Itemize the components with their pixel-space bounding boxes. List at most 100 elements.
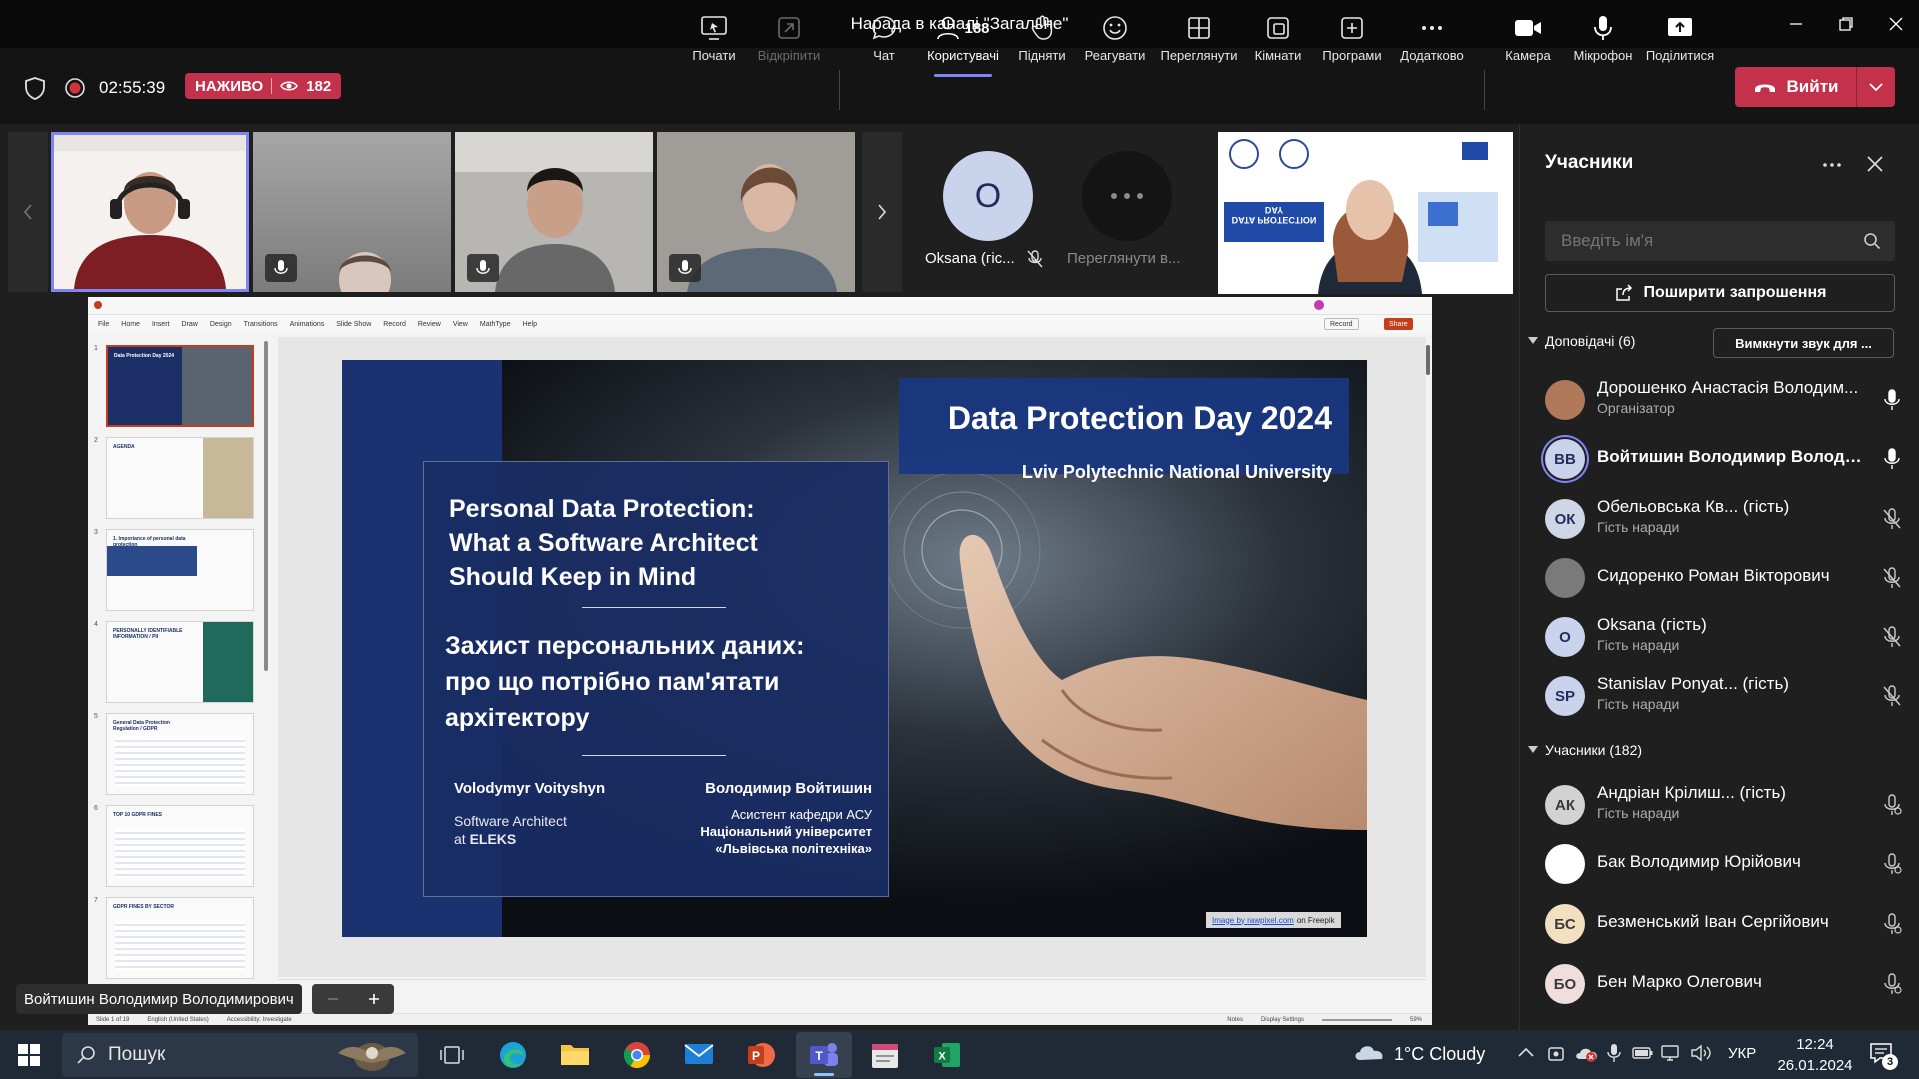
search-input[interactable] (1561, 231, 1851, 251)
participant-row[interactable]: ВВ Войтишин Володимир Володи... (1545, 433, 1905, 489)
unpin-button[interactable]: Відкріпити (751, 12, 827, 72)
participant-mic-status[interactable] (1881, 793, 1903, 817)
close-window-button[interactable] (1876, 10, 1916, 38)
raise-hand-button[interactable]: Підняти (1016, 12, 1068, 72)
slide-thumbnail[interactable]: TOP 10 GDPR FINES (106, 805, 254, 887)
panel-more-button[interactable] (1822, 155, 1842, 175)
view-all-button[interactable] (1082, 151, 1172, 241)
start-menu-button[interactable] (18, 1044, 40, 1066)
mail-taskbar-icon[interactable] (684, 1043, 714, 1065)
ppt-menu-file[interactable]: File (98, 321, 109, 328)
react-button[interactable]: Реагувати (1083, 12, 1147, 72)
participant-row[interactable]: БС Безменський Іван Сергійович (1545, 898, 1905, 954)
participant-row[interactable]: SP Stanislav Ponyat... (гість) Гість нарад… (1545, 670, 1905, 726)
more-button[interactable]: Додатково (1397, 12, 1467, 72)
view-button[interactable]: Переглянути (1158, 12, 1240, 72)
participant-mic-status[interactable] (1881, 507, 1903, 531)
credit-link[interactable]: Image by rawpixel.com (1212, 916, 1294, 925)
zoom-in-button[interactable] (353, 992, 394, 1006)
participant-row[interactable]: АК Андріан Крілиш... (гість) Гість наради (1545, 779, 1905, 835)
participant-row[interactable]: Бак Володимир Юрійович (1545, 838, 1905, 894)
participant-mic-status[interactable] (1881, 684, 1903, 708)
participant-mic-status[interactable] (1881, 852, 1903, 876)
ppt-menu-animations[interactable]: Animations (290, 321, 325, 328)
avatar[interactable]: O (943, 151, 1033, 241)
image-credit[interactable]: Image by rawpixel.com on Freepik (1206, 912, 1341, 928)
participant-row[interactable]: Дорошенко Анастасія Володим... Організато… (1545, 374, 1905, 430)
strip-prev-button[interactable] (8, 132, 48, 292)
security-shield-icon[interactable] (24, 76, 46, 100)
ppt-menu-mathtype[interactable]: MathType (480, 321, 511, 328)
weather-text[interactable]: 1°C Cloudy (1394, 1044, 1485, 1065)
taskbar-clock[interactable]: 12:24 26.01.2024 (1770, 1034, 1860, 1076)
slide-thumbnail[interactable]: GDPR FINES BY SECTOR (106, 897, 254, 979)
video-tile-participant[interactable] (455, 132, 653, 292)
file-explorer-taskbar-icon[interactable] (560, 1041, 590, 1067)
ppt-menu-help[interactable]: Help (523, 321, 537, 328)
slide-thumbnail[interactable]: AGENDA (106, 437, 254, 519)
participant-row[interactable]: Сидоренко Роман Вікторович (1545, 552, 1905, 608)
live-badge[interactable]: НАЖИВО 182 (185, 73, 342, 99)
ppt-menu-home[interactable]: Home (121, 321, 140, 328)
cloud-sync-error-icon[interactable] (1574, 1043, 1598, 1063)
shared-screen[interactable]: File Home Insert Draw Design Transitions… (88, 297, 1432, 1025)
participant-row[interactable]: O Oksana (гість) Гість наради (1545, 611, 1905, 667)
participant-row[interactable]: БО Бен Марко Олегович (1545, 958, 1905, 1014)
ppt-menu-review[interactable]: Review (418, 321, 441, 328)
presenters-section-header[interactable]: Доповідачі (6) (1527, 333, 1635, 349)
participant-mic-status[interactable] (1881, 972, 1903, 996)
status-display-settings[interactable]: Display Settings (1261, 1017, 1304, 1023)
video-tile-active-speaker[interactable] (51, 132, 249, 292)
current-slide[interactable]: Data Protection Day 2024 Lviv Polytechni… (342, 360, 1367, 937)
powerpoint-taskbar-icon[interactable]: P (746, 1040, 776, 1070)
taskbar-microphone-icon[interactable] (1606, 1042, 1622, 1064)
ppt-menu-view[interactable]: View (453, 321, 468, 328)
notes-pane[interactable] (278, 979, 1426, 1009)
ppt-menu-draw[interactable]: Draw (181, 321, 197, 328)
slide-thumbnail[interactable]: PERSONALLY IDENTIFIABLE INFORMATION / PI… (106, 621, 254, 703)
meet-now-icon[interactable] (1546, 1043, 1566, 1063)
ppt-menu-transitions[interactable]: Transitions (244, 321, 278, 328)
video-tile-participant[interactable] (253, 132, 451, 292)
edge-taskbar-icon[interactable] (498, 1040, 528, 1070)
zoom-slider[interactable] (1321, 1018, 1392, 1021)
search-participants-field[interactable] (1545, 221, 1895, 261)
share-invite-button[interactable]: Поширити запрошення (1545, 274, 1895, 312)
slide-thumbnail[interactable]: General Data Protection Regulation / GDP… (106, 713, 254, 795)
attendees-section-header[interactable]: Учасники (182) (1527, 742, 1642, 758)
battery-icon[interactable] (1632, 1046, 1654, 1060)
ppt-menu-design[interactable]: Design (210, 321, 232, 328)
chat-button[interactable]: Чат (864, 12, 904, 72)
teams-taskbar-icon-active[interactable]: T (796, 1032, 852, 1078)
participant-mic-status[interactable] (1881, 388, 1903, 412)
input-language[interactable]: УКР (1728, 1045, 1756, 1062)
volume-icon[interactable] (1690, 1043, 1712, 1063)
notes-app-taskbar-icon[interactable] (870, 1040, 900, 1070)
chrome-taskbar-icon[interactable] (622, 1040, 652, 1070)
panel-close-button[interactable] (1866, 155, 1884, 173)
ppt-share-button[interactable]: Share (1384, 318, 1413, 330)
zoom-out-button[interactable] (312, 992, 353, 1006)
restore-button[interactable] (1826, 10, 1866, 38)
camera-button[interactable]: Камера (1502, 12, 1554, 72)
task-view-button[interactable] (440, 1043, 464, 1067)
microphone-button[interactable]: Мікрофон (1571, 12, 1635, 72)
ppt-menu-insert[interactable]: Insert (152, 321, 170, 328)
participant-mic-status[interactable] (1881, 625, 1903, 649)
mute-all-button[interactable]: Вимкнути звук для ... (1713, 328, 1894, 358)
participant-mic-status[interactable] (1881, 447, 1903, 471)
participant-mic-status[interactable] (1881, 566, 1903, 590)
notification-center-button[interactable]: 3 (1868, 1040, 1898, 1070)
slide-thumbnail[interactable]: 1. Importance of personal data protectio… (106, 529, 254, 611)
video-tile-participant[interactable] (657, 132, 855, 292)
people-button[interactable]: 188 Користувачі (922, 12, 1004, 77)
taskbar-search-box[interactable]: Пошук (62, 1033, 418, 1077)
thumbnail-scrollbar[interactable] (264, 341, 268, 671)
apps-button[interactable]: Програми (1319, 12, 1385, 72)
strip-next-button[interactable] (862, 132, 902, 292)
leave-button[interactable]: Вийти (1735, 67, 1895, 107)
status-notes[interactable]: Notes (1227, 1017, 1243, 1023)
participant-mic-status[interactable] (1881, 912, 1903, 936)
excel-taskbar-icon[interactable]: X (932, 1040, 962, 1070)
ppt-menu-slideshow[interactable]: Slide Show (336, 321, 371, 328)
